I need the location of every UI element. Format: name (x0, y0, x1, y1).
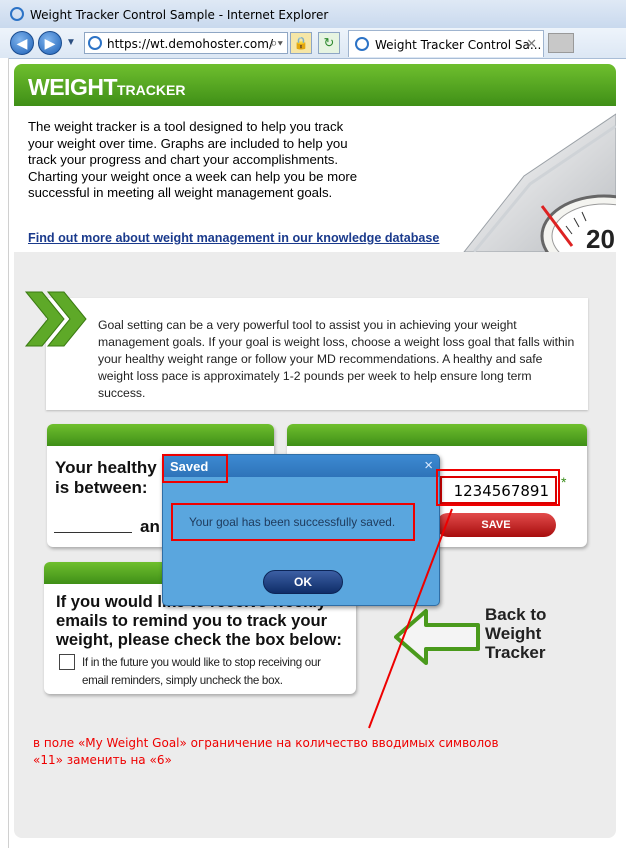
annotation-pointer-line (368, 508, 453, 729)
annotation-comment: в поле «My Weight Goal» ограничение на к… (33, 736, 499, 767)
